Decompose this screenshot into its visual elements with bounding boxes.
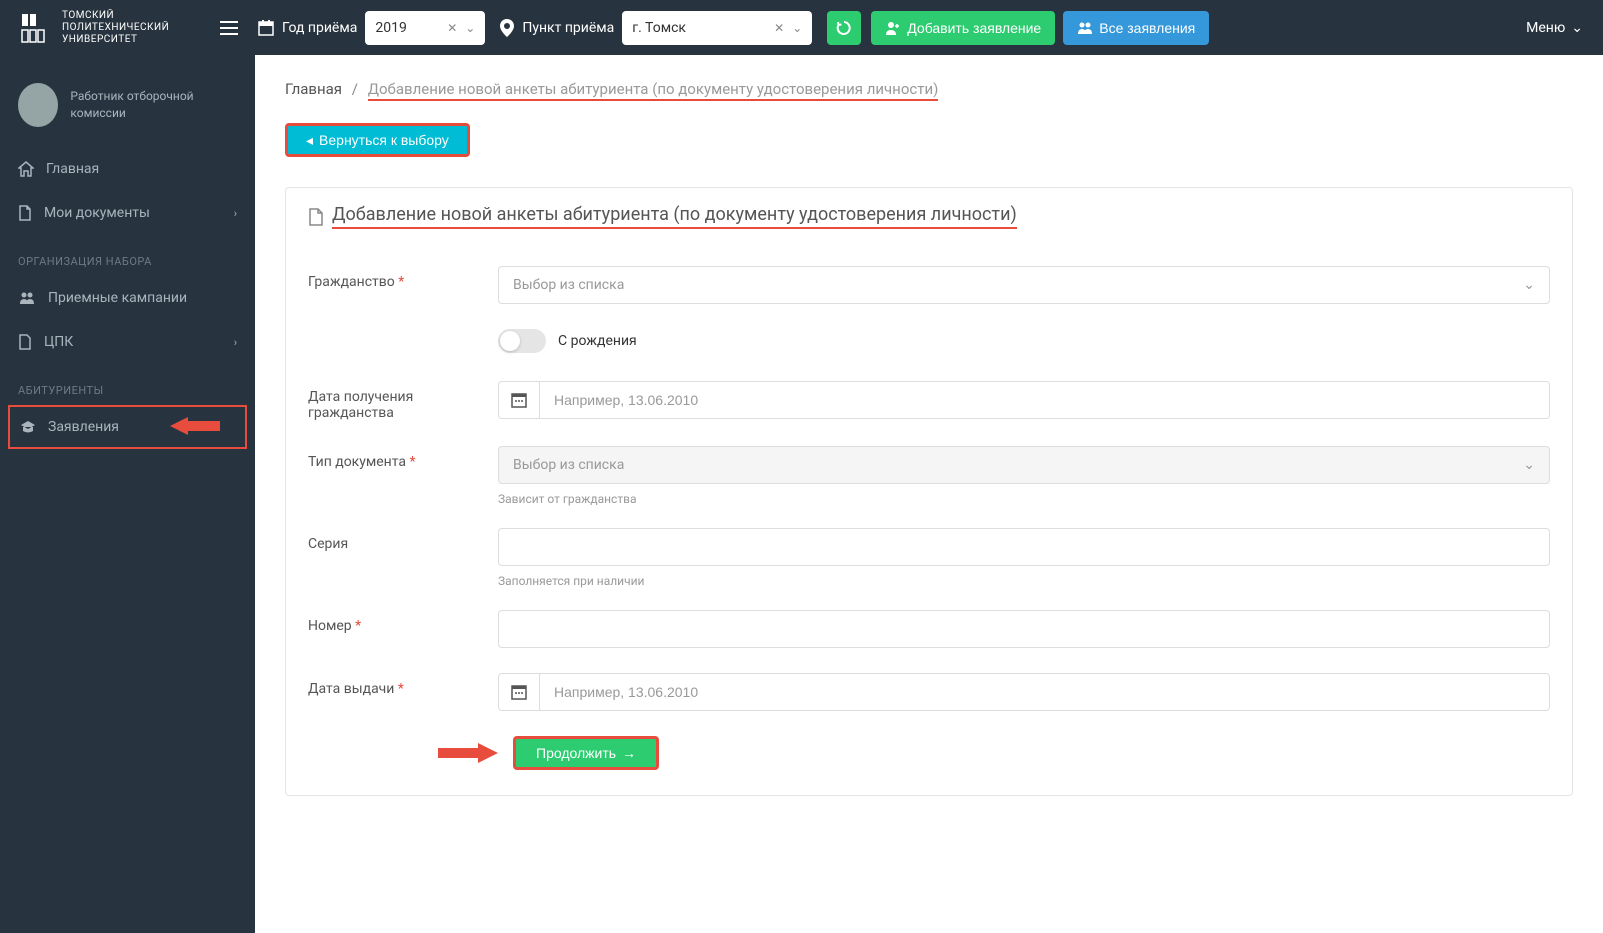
main-content: Главная / Добавление новой анкеты абитур… [255,55,1603,933]
refresh-icon [836,20,852,36]
sidebar-item-campaigns[interactable]: Приемные кампании [0,276,255,320]
doctype-label: Тип документа * [308,446,498,470]
calendar-icon[interactable] [498,381,539,419]
point-label: Пункт приёма [522,20,614,36]
chevron-down-icon: ⌄ [1523,277,1535,293]
annotation-arrow [170,417,220,435]
form-panel: Добавление новой анкеты абитуриента (по … [285,187,1573,796]
sidebar: Работник отборочной комиссии Главная Мои… [0,55,255,933]
from-birth-toggle[interactable] [498,329,546,353]
series-input[interactable] [498,528,1550,566]
issuedate-label: Дата выдачи * [308,673,498,697]
document-icon [18,205,32,221]
calendar-icon[interactable] [498,673,539,711]
from-birth-label: С рождения [558,333,637,349]
chevron-right-icon: › [234,207,237,220]
citizenship-date-label: Дата получения гражданства [308,381,498,421]
arrow-right-icon: → [622,745,636,761]
chevron-down-icon: ⌄ [1571,20,1583,36]
home-icon [18,161,34,177]
add-application-button[interactable]: Добавить заявление [871,11,1055,45]
avatar [18,83,58,127]
back-button[interactable]: ◂ Вернуться к выбору [285,123,470,157]
user-role: Работник отборочной комиссии [70,88,237,122]
series-label: Серия [308,528,498,552]
all-applications-button[interactable]: Все заявления [1063,11,1209,45]
breadcrumb-home[interactable]: Главная [285,80,342,98]
document-icon [18,334,32,350]
breadcrumb-current: Добавление новой анкеты абитуриента (по … [368,80,939,101]
doctype-help: Зависит от гражданства [498,492,1550,506]
chevron-down-icon[interactable]: ⌄ [792,21,802,35]
file-add-icon [308,208,324,226]
panel-title: Добавление новой анкеты абитуриента (по … [286,188,1572,241]
calendar-icon [258,20,274,36]
chevron-right-icon: › [234,336,237,349]
annotation-arrow [438,743,498,763]
point-filter-group: Пункт приёма г. Томск ✕ ⌄ [500,11,812,45]
logo-text: ТОМСКИЙПОЛИТЕХНИЧЕСКИЙУНИВЕРСИТЕТ [62,10,169,46]
arrow-left-icon: ◂ [306,132,313,149]
sidebar-item-cpk[interactable]: ЦПК › [0,320,255,364]
year-filter-group: Год приёма 2019 ✕ ⌄ [258,11,485,45]
users-icon [1077,20,1093,36]
logo[interactable]: ТОМСКИЙПОЛИТЕХНИЧЕСКИЙУНИВЕРСИТЕТ [20,10,200,46]
graduation-icon [20,419,36,435]
main-header: ТОМСКИЙПОЛИТЕХНИЧЕСКИЙУНИВЕРСИТЕТ Год пр… [0,0,1603,55]
logo-icon [20,12,52,44]
citizenship-select[interactable]: Выбор из списка ⌄ [498,266,1550,304]
sidebar-section-applicants: АБИТУРИЕНТЫ [0,364,255,405]
add-user-icon [885,20,901,36]
hamburger-menu[interactable] [220,21,238,35]
series-help: Заполняется при наличии [498,574,1550,588]
number-input[interactable] [498,610,1550,648]
citizenship-date-input[interactable] [539,381,1550,419]
users-icon [18,291,36,305]
sidebar-section-org: ОРГАНИЗАЦИЯ НАБОРА [0,235,255,276]
user-block: Работник отборочной комиссии [0,75,255,147]
chevron-down-icon[interactable]: ⌄ [465,21,475,35]
menu-dropdown[interactable]: Меню ⌄ [1526,20,1583,36]
number-label: Номер * [308,610,498,634]
location-icon [500,19,514,37]
clear-icon[interactable]: ✕ [774,21,784,35]
continue-button[interactable]: Продолжить → [513,736,659,770]
year-label: Год приёма [282,20,357,36]
chevron-down-icon: ⌄ [1523,457,1535,473]
breadcrumb: Главная / Добавление новой анкеты абитур… [285,80,1573,98]
point-select[interactable]: г. Томск ✕ ⌄ [622,11,812,45]
doctype-select[interactable]: Выбор из списка ⌄ [498,446,1550,484]
year-select[interactable]: 2019 ✕ ⌄ [365,11,485,45]
citizenship-label: Гражданство * [308,266,498,290]
sidebar-item-mydocs[interactable]: Мои документы › [0,191,255,235]
sidebar-item-home[interactable]: Главная [0,147,255,191]
issuedate-input[interactable] [539,673,1550,711]
hamburger-icon [220,21,238,35]
refresh-button[interactable] [827,11,861,45]
clear-icon[interactable]: ✕ [447,21,457,35]
